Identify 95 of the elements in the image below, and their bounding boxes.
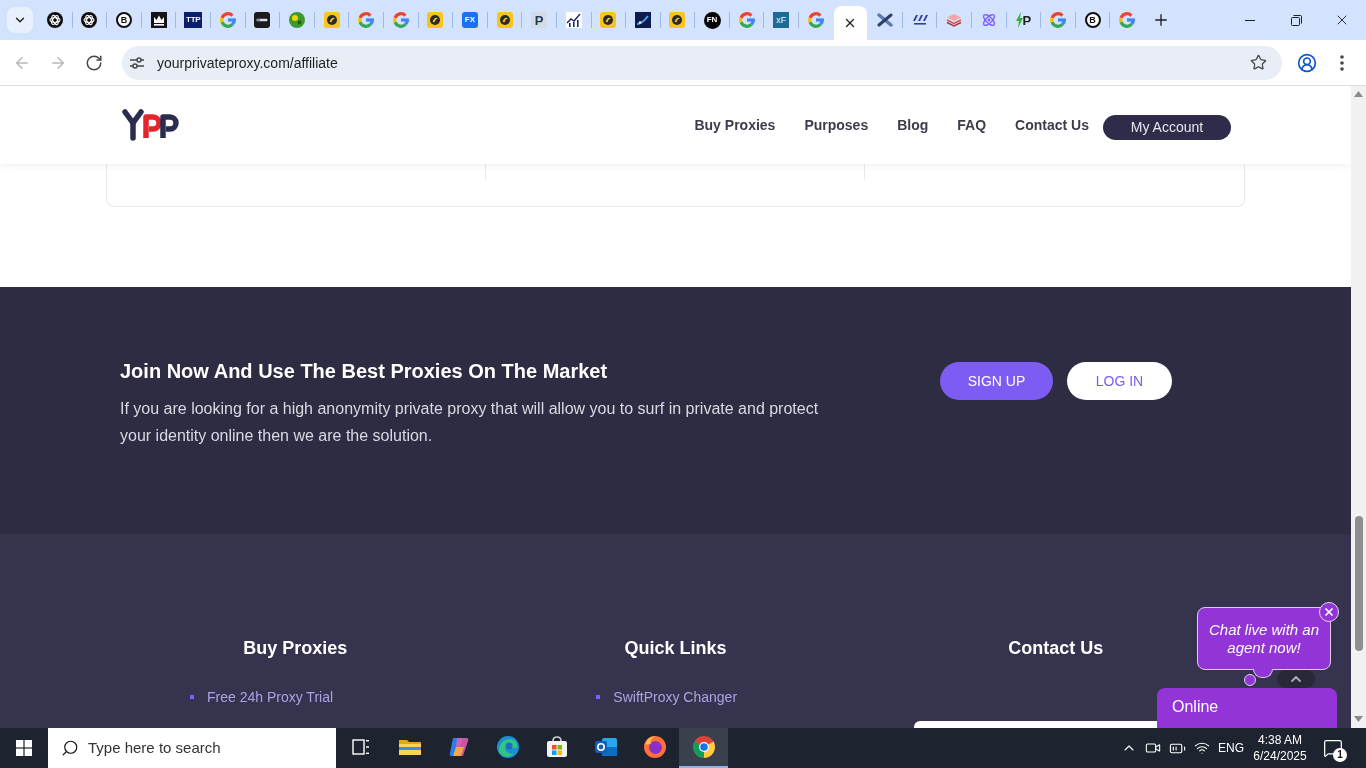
mail-icon [593,735,618,759]
taskbar-app[interactable] [679,728,728,768]
cta-heading: Join Now And Use The Best Proxies On The Market [120,359,609,384]
close-icon [1323,606,1335,618]
address-bar[interactable]: yourprivateproxy.com/affiliate [122,45,1282,80]
letter-logo: B [116,12,132,28]
wifi-icon [1194,740,1210,756]
scrollbar-thumb[interactable] [1354,516,1363,651]
restore-icon [1290,14,1302,26]
task-view-icon [350,737,371,757]
chart-icon [634,12,651,28]
g-icon [392,12,409,28]
nav-link[interactable]: Contact Us [1015,115,1089,135]
chat-status-bar[interactable]: Online [1157,688,1337,728]
windows-icon [16,740,32,756]
log-in-button[interactable]: LOG IN [1067,362,1172,400]
browser-tab[interactable]: xF [764,7,799,33]
url-field[interactable]: yourprivateproxy.com/affiliate [157,52,338,73]
letter-logo: P [531,12,548,28]
scroll-down-icon[interactable] [1354,716,1363,722]
g-icon [219,12,236,28]
g-icon [807,12,824,28]
browser-icon [691,735,716,759]
ball-icon [288,12,305,28]
browser-tab[interactable]: FN [695,7,729,33]
star-icon [1250,54,1267,71]
clock-date[interactable]: 6/24/2025 [1253,748,1307,764]
letter-logo: TTP [184,12,203,28]
sliders-icon [129,54,145,71]
clock-time[interactable]: 4:38 AM [1258,732,1302,748]
scroll-up-icon[interactable] [1354,91,1363,97]
plus-icon [1152,11,1170,29]
atom-icon [980,12,997,28]
sign-up-button[interactable]: SIGN UP [940,362,1053,400]
emblem-icon [669,12,686,28]
browser-tab[interactable]: P [522,7,556,33]
scroll-top-button[interactable] [1277,670,1315,688]
nav-link[interactable]: Buy Proxies [694,115,776,135]
g-icon [1050,12,1066,28]
bolt-icon [1015,12,1023,28]
letter-logo: B [1084,12,1101,28]
letter-logo: FX [461,12,478,28]
browser-tab[interactable]: FX [453,7,487,33]
emblem-icon [323,12,340,28]
nav-link[interactable]: Purposes [804,115,869,135]
browser-tab[interactable]: P [1006,7,1041,33]
letter-logo: xF [773,12,790,28]
layers-icon [946,12,963,28]
notification-icon [1323,738,1343,758]
footer-link[interactable]: SwiftProxy Changer [613,687,738,707]
browser-tab[interactable]: TTP [176,7,210,33]
tab-list-button[interactable] [7,7,33,33]
chat-bubble[interactable]: Chat live with an agent now! [1197,607,1331,670]
browser-icon [642,735,667,759]
g-icon [738,12,755,28]
notification-badge: 1 [1333,748,1347,762]
footer-heading: Quick Links [623,637,728,660]
site-logo[interactable] [122,109,180,141]
chart-icon [565,12,582,28]
footer-heading: Buy Proxies [242,637,349,660]
account-button[interactable]: My Account [1103,115,1231,140]
action-center-button[interactable]: 1 [1318,728,1348,768]
camera-icon [1145,740,1161,756]
search-field[interactable]: Type here to search [88,738,318,758]
footer-link[interactable]: Free 24h Proxy Trial [207,687,334,707]
g-icon [1119,12,1136,28]
stripes-icon [911,12,928,28]
profile-icon [1297,52,1317,73]
emblem-icon [496,12,513,28]
cta-text: If you are looking for a high anonymity private proxy that will allow you to surf in private and protect your identity online then we are the solution. [120,399,820,446]
emblem-icon [600,12,617,28]
store-bag-icon [544,735,569,759]
letter-logo: FN [703,11,721,29]
bullet-icon [596,695,601,699]
reload-icon [85,53,103,72]
search-box[interactable]: Type here to search [48,728,336,768]
nav-link[interactable]: FAQ [957,115,987,135]
g-icon [358,12,375,28]
bubble-tail [1253,669,1273,678]
bullet-icon [190,695,194,699]
tile-icon [254,12,271,28]
cross-icon [877,12,894,28]
menu-icon [1340,54,1344,71]
browser-tab[interactable]: B [1075,7,1110,33]
search-icon [61,739,79,757]
nav-link[interactable]: Blog [897,115,929,135]
crown-icon [150,12,167,28]
letter-logo: P [1022,13,1032,27]
language-indicator[interactable]: ENG [1218,740,1243,756]
knot-icon [81,12,98,28]
browser-tab[interactable]: B [107,7,141,33]
emblem-icon [427,12,444,28]
knot-icon [46,12,63,28]
browser-icon [495,735,520,759]
minimize-icon [1245,19,1255,21]
